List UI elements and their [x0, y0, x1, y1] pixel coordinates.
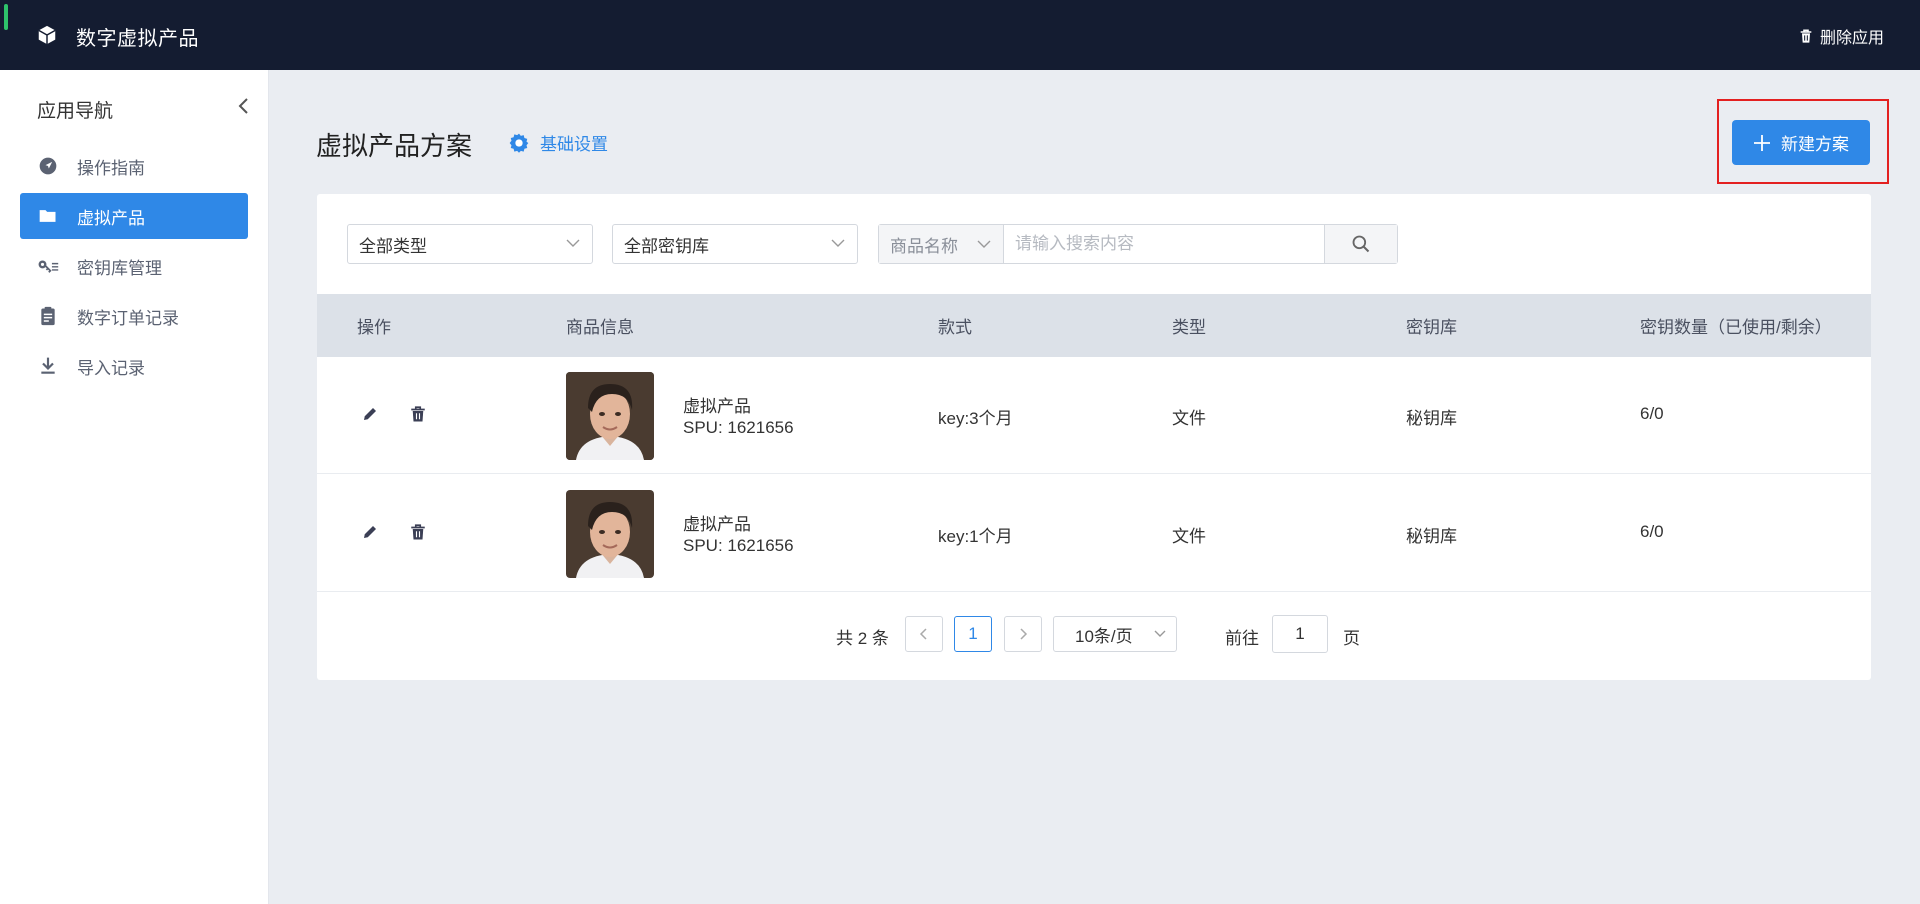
- page-1-button[interactable]: 1: [954, 616, 992, 652]
- column-header: 密钥数量（已使用/剩余）: [1640, 318, 1832, 337]
- key-library-select-value: 全部密钥库: [624, 236, 709, 256]
- key-count-cell: 6/0: [1640, 522, 1664, 541]
- column-header: 商品信息: [566, 318, 634, 337]
- column-header: 类型: [1172, 318, 1206, 337]
- column-header: 密钥库: [1406, 318, 1457, 337]
- main-content: 虚拟产品方案 基础设置 新建方案 全部类型 全部密钥库 商品名称 请输入搜索内容…: [270, 70, 1920, 904]
- product-name: 虚拟产品: [683, 515, 751, 534]
- trash-icon: [411, 406, 425, 422]
- type-cell: 文件: [1172, 409, 1206, 428]
- column-header: 操作: [357, 318, 391, 337]
- app-title: 数字虚拟产品: [76, 28, 199, 50]
- search-field-select[interactable]: 商品名称: [879, 225, 1004, 263]
- new-plan-button[interactable]: 新建方案: [1732, 120, 1870, 165]
- type-cell: 文件: [1172, 527, 1206, 546]
- style-cell: key:3个月: [938, 409, 1013, 428]
- key-icon: [37, 255, 59, 277]
- sidebar-item-label: 导入记录: [77, 358, 145, 378]
- sidebar-item-label: 操作指南: [77, 158, 145, 178]
- table-row: 虚拟产品 SPU: 1621656 key:1个月 文件 秘钥库 6/0: [317, 475, 1871, 592]
- folder-icon: [37, 205, 59, 227]
- status-indicator: [4, 4, 8, 30]
- chevron-down-icon: [977, 240, 991, 248]
- search-field-value: 商品名称: [890, 236, 958, 256]
- sidebar-item-guide[interactable]: 操作指南: [20, 143, 248, 189]
- type-select-value: 全部类型: [359, 236, 427, 256]
- new-plan-label: 新建方案: [1781, 135, 1849, 154]
- sidebar: 应用导航 操作指南 虚拟产品 密钥库管理 数字订单记录 导入记录: [0, 70, 269, 904]
- chevron-down-icon: [831, 239, 845, 247]
- prev-page-button[interactable]: [905, 616, 943, 652]
- sidebar-nav: 操作指南 虚拟产品 密钥库管理 数字订单记录 导入记录: [20, 143, 248, 393]
- table-row: 虚拟产品 SPU: 1621656 key:3个月 文件 秘钥库 6/0: [317, 357, 1871, 474]
- pagination: 共 2 条 1 10条/页 前往 页: [317, 614, 1871, 654]
- product-name: 虚拟产品: [683, 397, 751, 416]
- edit-button[interactable]: [359, 521, 381, 543]
- key-count-cell: 6/0: [1640, 404, 1664, 423]
- page-size-value: 10条/页: [1075, 626, 1133, 646]
- key-library-cell: 秘钥库: [1406, 527, 1457, 546]
- goto-page-input[interactable]: [1272, 615, 1328, 653]
- settings-label: 基础设置: [540, 135, 608, 154]
- content-card: 全部类型 全部密钥库 商品名称 操作 商品信息 款式 类型: [317, 194, 1871, 680]
- next-page-button[interactable]: [1004, 616, 1042, 652]
- chevron-right-icon: [1020, 628, 1028, 640]
- sidebar-title: 应用导航: [37, 101, 114, 122]
- search-group: 商品名称: [878, 224, 1398, 264]
- product-spu: SPU: 1621656: [683, 418, 794, 437]
- row-actions: [359, 521, 429, 543]
- page-suffix: 页: [1343, 629, 1360, 648]
- table-header: 操作 商品信息 款式 类型 密钥库 密钥数量（已使用/剩余）: [317, 294, 1871, 357]
- type-select[interactable]: 全部类型: [347, 224, 593, 264]
- pencil-icon: [364, 526, 376, 538]
- chevron-down-icon: [566, 239, 580, 247]
- trash-icon: [1800, 29, 1812, 43]
- search-icon: [1352, 235, 1370, 253]
- gear-icon: [509, 133, 529, 153]
- plus-icon: [1754, 134, 1770, 151]
- clipboard-icon: [37, 305, 59, 327]
- sidebar-item-imports[interactable]: 导入记录: [20, 343, 248, 389]
- style-cell: key:1个月: [938, 527, 1013, 546]
- goto-label: 前往: [1225, 629, 1259, 648]
- product-thumbnail: [566, 372, 654, 460]
- product-thumbnail: [566, 490, 654, 578]
- delete-app-label: 删除应用: [1819, 30, 1884, 47]
- sidebar-item-label: 密钥库管理: [77, 258, 162, 278]
- top-bar: 数字虚拟产品 删除应用: [0, 0, 1920, 70]
- sidebar-item-label: 数字订单记录: [77, 308, 179, 328]
- key-library-select[interactable]: 全部密钥库: [612, 224, 858, 264]
- sidebar-item-key-library[interactable]: 密钥库管理: [20, 243, 248, 289]
- pagination-total: 共 2 条: [836, 629, 889, 648]
- chevron-left-icon: [919, 628, 927, 640]
- sidebar-item-virtual-products[interactable]: 虚拟产品: [20, 193, 248, 239]
- key-library-cell: 秘钥库: [1406, 409, 1457, 428]
- edit-button[interactable]: [359, 403, 381, 425]
- search-button[interactable]: [1324, 225, 1397, 263]
- sidebar-item-orders[interactable]: 数字订单记录: [20, 293, 248, 339]
- column-header: 款式: [938, 318, 972, 337]
- cube-icon: [38, 25, 56, 45]
- delete-button[interactable]: [407, 521, 429, 543]
- search-input[interactable]: [1004, 225, 1324, 263]
- trash-icon: [411, 524, 425, 540]
- page-size-select[interactable]: 10条/页: [1053, 616, 1177, 652]
- chevron-down-icon: [1154, 630, 1166, 637]
- navigation-arrow-icon: [37, 155, 59, 177]
- delete-app-button[interactable]: 删除应用: [1798, 24, 1884, 48]
- product-spu: SPU: 1621656: [683, 536, 794, 555]
- chevron-left-icon[interactable]: [234, 94, 254, 118]
- download-icon: [37, 355, 59, 377]
- settings-link[interactable]: 基础设置: [508, 130, 608, 155]
- row-actions: [359, 403, 429, 425]
- delete-button[interactable]: [407, 403, 429, 425]
- pencil-icon: [364, 408, 376, 420]
- sidebar-item-label: 虚拟产品: [77, 208, 145, 228]
- page-title: 虚拟产品方案: [316, 131, 473, 161]
